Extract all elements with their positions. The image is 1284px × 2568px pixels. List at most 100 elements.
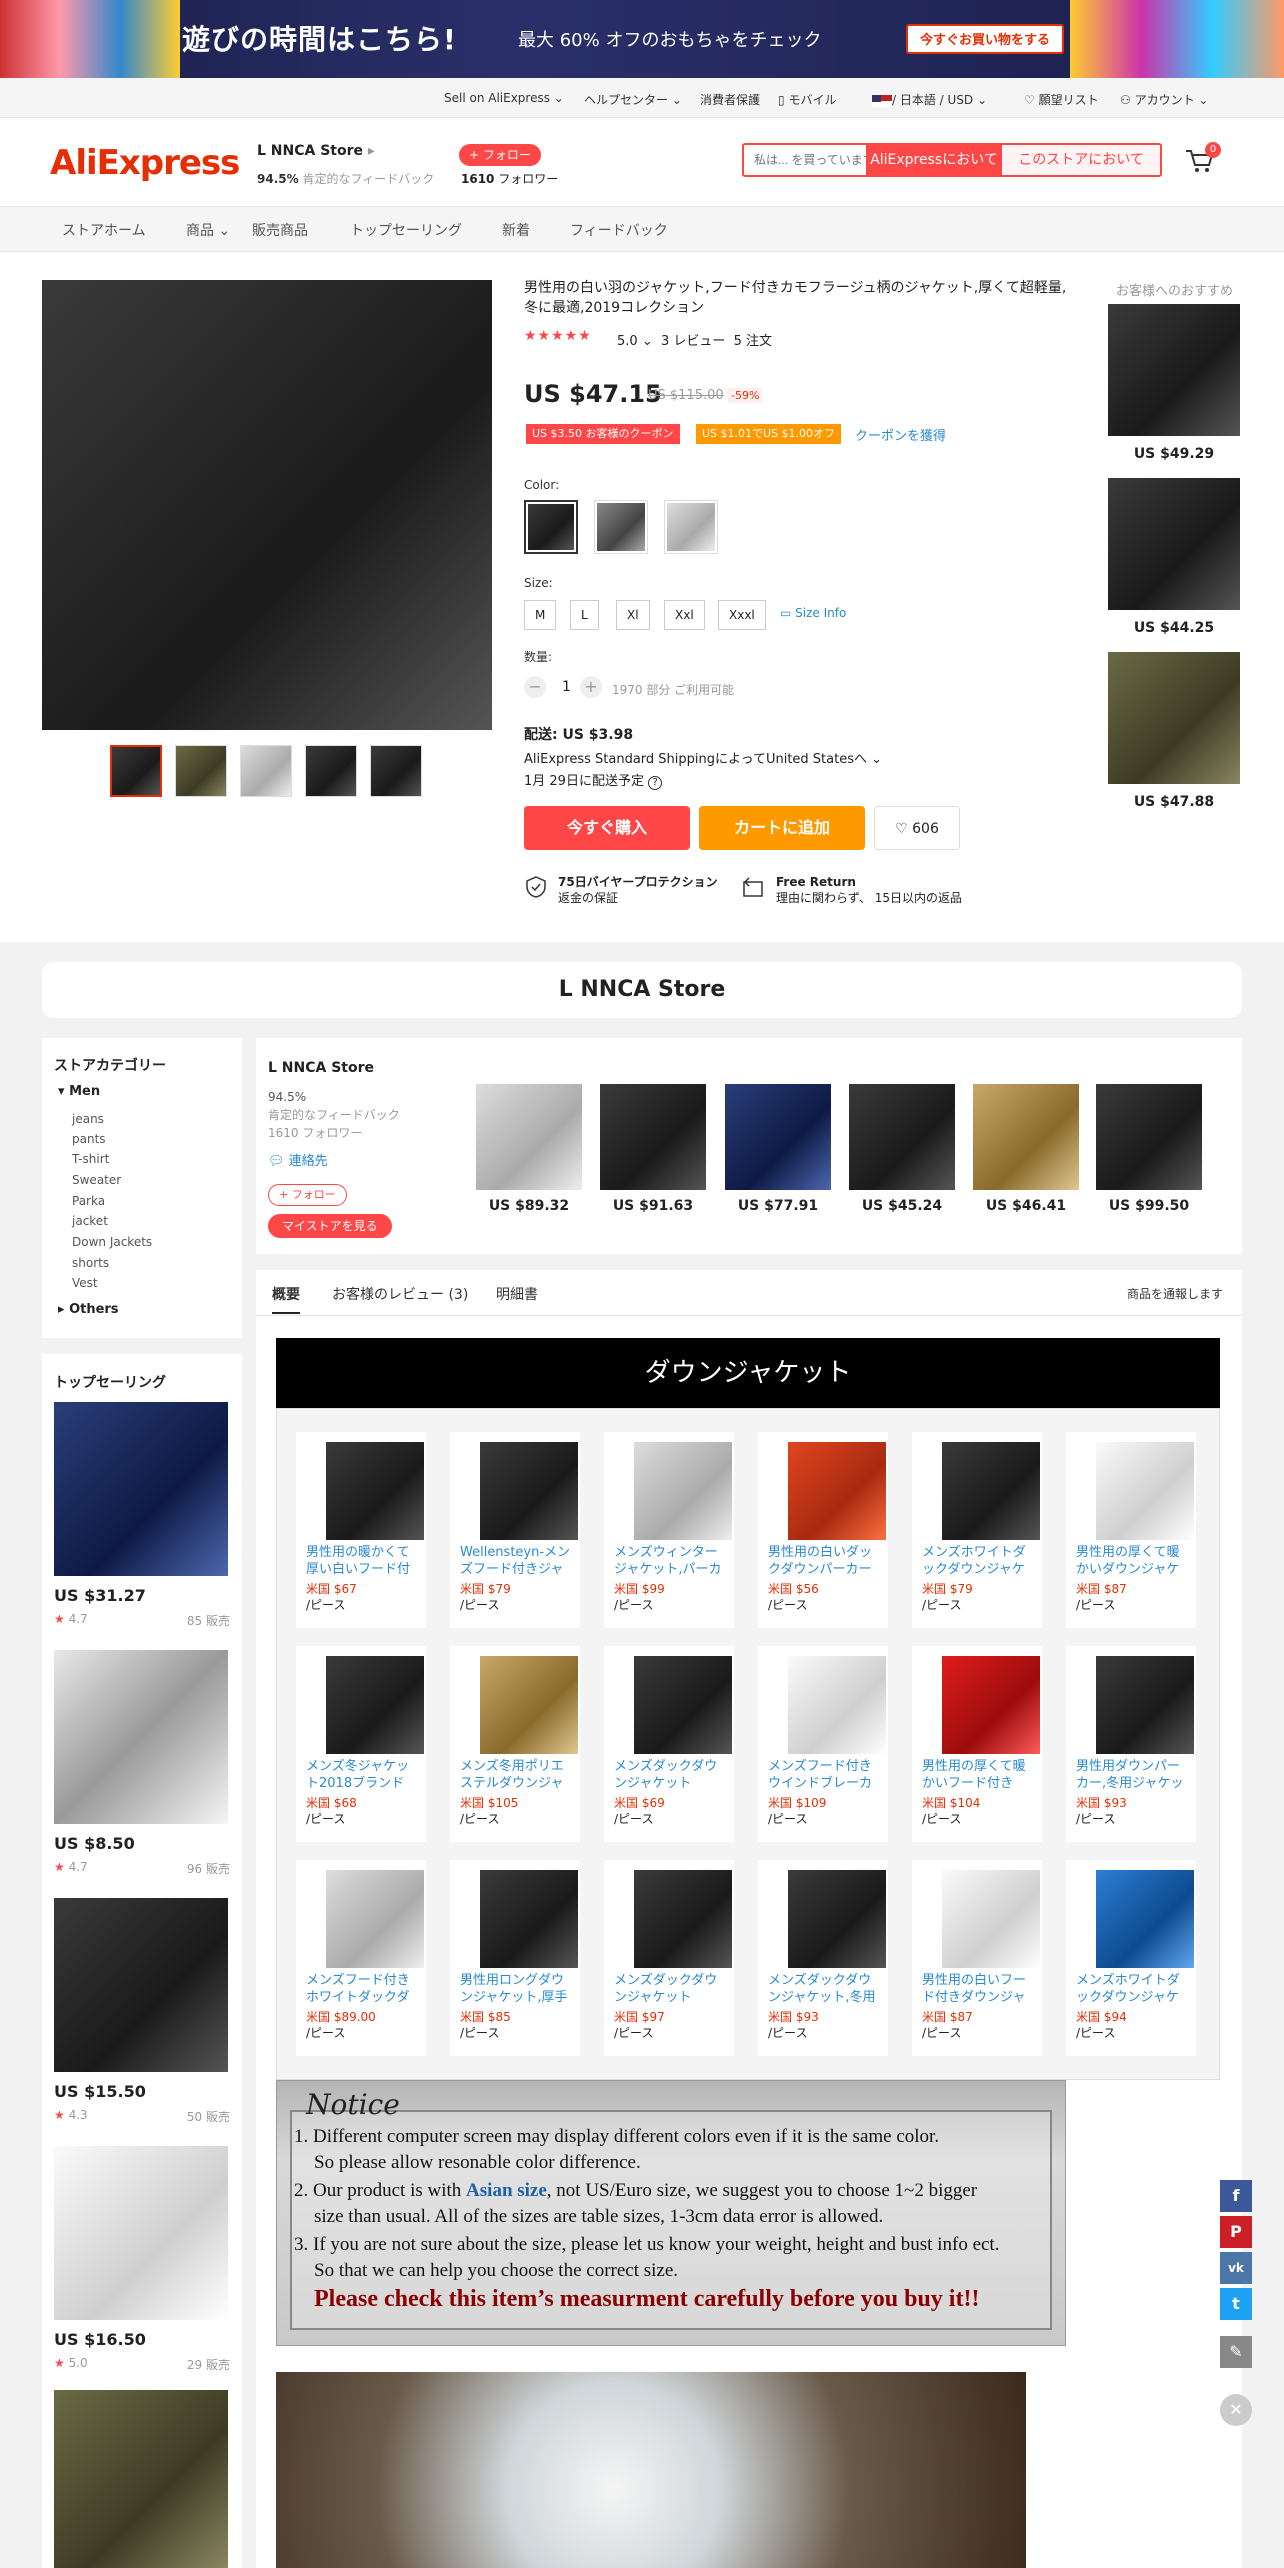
add-to-cart-button[interactable]: カートに追加 xyxy=(699,806,865,850)
report-item-link[interactable]: 商品を通報します xyxy=(1127,1285,1223,1302)
close-icon[interactable]: ✕ xyxy=(1220,2394,1252,2426)
thumbnail-5[interactable] xyxy=(370,745,422,797)
twitter-share-icon[interactable]: t xyxy=(1220,2288,1252,2320)
store-product-1[interactable] xyxy=(476,1084,582,1190)
grid-product-image[interactable] xyxy=(788,1870,886,1968)
top-selling-item-1[interactable] xyxy=(54,1402,228,1576)
tab-overview[interactable]: 概要 xyxy=(272,1284,300,1314)
search-input[interactable] xyxy=(744,145,866,175)
size-xxl[interactable]: Xxl xyxy=(664,600,705,630)
nav-products[interactable]: 商品 ⌄ xyxy=(186,220,230,240)
recommend-item-3[interactable] xyxy=(1108,652,1240,784)
thumbnail-3[interactable] xyxy=(240,745,292,797)
nav-sale-items[interactable]: 販売商品 xyxy=(252,220,308,240)
top-selling-item-2[interactable] xyxy=(54,1650,228,1824)
thumbnail-2[interactable] xyxy=(175,745,227,797)
mobile-link[interactable]: ▯ モバイル xyxy=(778,91,836,108)
grid-product-card[interactable]: 男性用の厚くて暖かいダウンジャケット米国 $87/ピース xyxy=(1066,1432,1196,1628)
grid-product-image[interactable] xyxy=(480,1442,578,1540)
grid-product-name[interactable]: メンズダックダウンジャケット,冬用 xyxy=(768,1972,882,2006)
category-shorts[interactable]: shorts xyxy=(72,1256,109,1270)
grid-product-card[interactable]: メンズホワイトダックダウンジャケット米国 $94/ピース xyxy=(1066,1860,1196,2056)
wishlist-link[interactable]: ♡ 願望リスト xyxy=(1024,91,1099,108)
top-selling-item-4[interactable] xyxy=(54,2146,228,2320)
size-l[interactable]: L xyxy=(570,600,599,630)
grid-product-image[interactable] xyxy=(788,1656,886,1754)
store-info-follow-button[interactable]: + フォロー xyxy=(268,1184,347,1206)
store-coupon[interactable]: US $3.50 お客様のクーポン xyxy=(526,424,680,444)
grid-product-image[interactable] xyxy=(942,1870,1040,1968)
grid-product-name[interactable]: 男性用ダウンパーカー,冬用ジャケット xyxy=(1076,1758,1190,1792)
size-xxxl[interactable]: Xxxl xyxy=(718,600,766,630)
grid-product-card[interactable]: 男性用ロングダウンジャケット,厚手 米国 $85/ピース xyxy=(450,1860,580,2056)
thumbnail-1[interactable] xyxy=(110,745,162,797)
color-swatch-white[interactable] xyxy=(664,500,718,554)
contact-link[interactable]: 💬︎ 連絡先 xyxy=(268,1150,328,1169)
recommend-item-1[interactable] xyxy=(1108,304,1240,436)
grid-product-card[interactable]: メンズダックダウンジャケット 米国 $69/ピース xyxy=(604,1646,734,1842)
grid-product-name[interactable]: メンズダックダウンジャケット xyxy=(614,1758,728,1792)
grid-product-image[interactable] xyxy=(1096,1870,1194,1968)
grid-product-image[interactable] xyxy=(326,1442,424,1540)
grid-product-name[interactable]: 男性用の暖かくて厚い白いフード付き xyxy=(306,1544,420,1578)
nav-feedback[interactable]: フィードバック xyxy=(570,220,668,240)
shipping-method[interactable]: AliExpress Standard ShippingによってUnited S… xyxy=(524,748,882,767)
recommend-item-2[interactable] xyxy=(1108,478,1240,610)
grid-product-name[interactable]: メンズ冬ジャケット2018ブランド xyxy=(306,1758,420,1792)
wishlist-button[interactable]: ♡ 606 xyxy=(874,806,960,850)
tab-reviews[interactable]: お客様のレビュー (3) xyxy=(332,1284,468,1304)
search-store-button[interactable]: このストアにおいて xyxy=(1002,145,1160,175)
search-aliexpress-button[interactable]: AliExpressにおいて xyxy=(866,145,1002,175)
view-my-store-button[interactable]: マイストアを見る xyxy=(268,1214,392,1238)
grid-product-card[interactable]: メンズフード付きホワイトダックダウン米国 $89.00/ピース xyxy=(296,1860,426,2056)
quantity-decrease-button[interactable]: − xyxy=(524,676,546,698)
store-product-4[interactable] xyxy=(849,1084,955,1190)
category-parka[interactable]: Parka xyxy=(72,1194,105,1208)
follow-button[interactable]: + フォロー xyxy=(459,144,541,166)
store-product-6[interactable] xyxy=(1096,1084,1202,1190)
grid-product-image[interactable] xyxy=(634,1442,732,1540)
grid-product-name[interactable]: メンズ冬用ポリエステルダウンジャケット xyxy=(460,1758,574,1792)
top-selling-item-5[interactable] xyxy=(54,2390,228,2568)
grid-product-card[interactable]: メンズ冬ジャケット2018ブランド 米国 $68/ピース xyxy=(296,1646,426,1842)
grid-product-card[interactable]: メンズフード付きウインドブレーカー米国 $109/ピース xyxy=(758,1646,888,1842)
category-men[interactable]: ▾ Men xyxy=(58,1084,100,1099)
sell-link[interactable]: Sell on AliExpress ⌄ xyxy=(444,91,564,105)
cart-button[interactable]: 0 xyxy=(1183,142,1221,176)
size-xl[interactable]: Xl xyxy=(616,600,650,630)
edit-icon[interactable]: ✎ xyxy=(1220,2336,1252,2368)
category-sweater[interactable]: Sweater xyxy=(72,1173,121,1187)
grid-product-card[interactable]: メンズウィンタージャケット,パーカー米国 $99/ピース xyxy=(604,1432,734,1628)
grid-product-name[interactable]: メンズウィンタージャケット,パーカー xyxy=(614,1544,728,1578)
grid-product-name[interactable]: 男性用の厚くて暖かいフード付き xyxy=(922,1758,1036,1792)
category-pants[interactable]: pants xyxy=(72,1132,106,1146)
grid-product-card[interactable]: 男性用の厚くて暖かいフード付き 米国 $104/ピース xyxy=(912,1646,1042,1842)
grid-product-name[interactable]: メンズダックダウンジャケット xyxy=(614,1972,728,2006)
grid-product-image[interactable] xyxy=(942,1442,1040,1540)
grid-product-name[interactable]: メンズフード付きホワイトダックダウン xyxy=(306,1972,420,2006)
category-jacket[interactable]: jacket xyxy=(72,1214,108,1228)
quantity-increase-button[interactable]: + xyxy=(580,676,602,698)
protection-link[interactable]: 消費者保護 xyxy=(700,91,760,108)
store-name[interactable]: L NNCA Store ▸ xyxy=(257,143,375,159)
tab-specs[interactable]: 明細書 xyxy=(496,1284,538,1304)
store-product-2[interactable] xyxy=(600,1084,706,1190)
quantity-value[interactable]: 1 xyxy=(562,679,571,695)
grid-product-name[interactable]: メンズフード付きウインドブレーカー xyxy=(768,1758,882,1792)
help-icon[interactable]: ? xyxy=(648,776,663,790)
grid-product-image[interactable] xyxy=(326,1656,424,1754)
store-product-5[interactable] xyxy=(973,1084,1079,1190)
help-link[interactable]: ヘルプセンター ⌄ xyxy=(584,91,682,108)
top-selling-item-3[interactable] xyxy=(54,1898,228,2072)
grid-product-card[interactable]: 男性用の暖かくて厚い白いフード付き米国 $67/ピース xyxy=(296,1432,426,1628)
grid-product-image[interactable] xyxy=(942,1656,1040,1754)
language-currency-selector[interactable]: / 日本語 / USD ⌄ xyxy=(872,91,987,108)
grid-product-card[interactable]: 男性用の白いダックダウンパーカー 米国 $56/ピース xyxy=(758,1432,888,1628)
category-others[interactable]: ▸ Others xyxy=(58,1302,119,1317)
grid-product-card[interactable]: Wellensteyn-メンズフード付きジャケット米国 $79/ピース xyxy=(450,1432,580,1628)
main-product-image[interactable] xyxy=(42,280,492,730)
aliexpress-logo[interactable]: AliExpress xyxy=(50,143,240,183)
grid-product-name[interactable]: 男性用の白いフード付きダウンジャケット xyxy=(922,1972,1036,2006)
nav-store-home[interactable]: ストアホーム xyxy=(62,220,146,240)
grid-product-image[interactable] xyxy=(634,1656,732,1754)
